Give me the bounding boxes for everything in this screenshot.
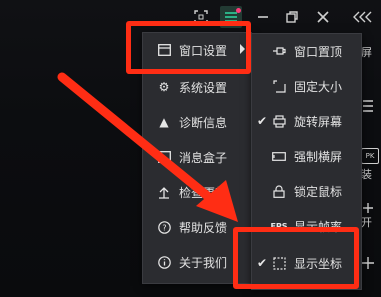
emulator-window: 屏 PK 装 开 窗口设置 ⚙ 系统设置 ▲ 诊断信息 消息盒子 ? 帮助反馈 …: [0, 0, 381, 297]
annotation-arrow: [57, 72, 238, 222]
